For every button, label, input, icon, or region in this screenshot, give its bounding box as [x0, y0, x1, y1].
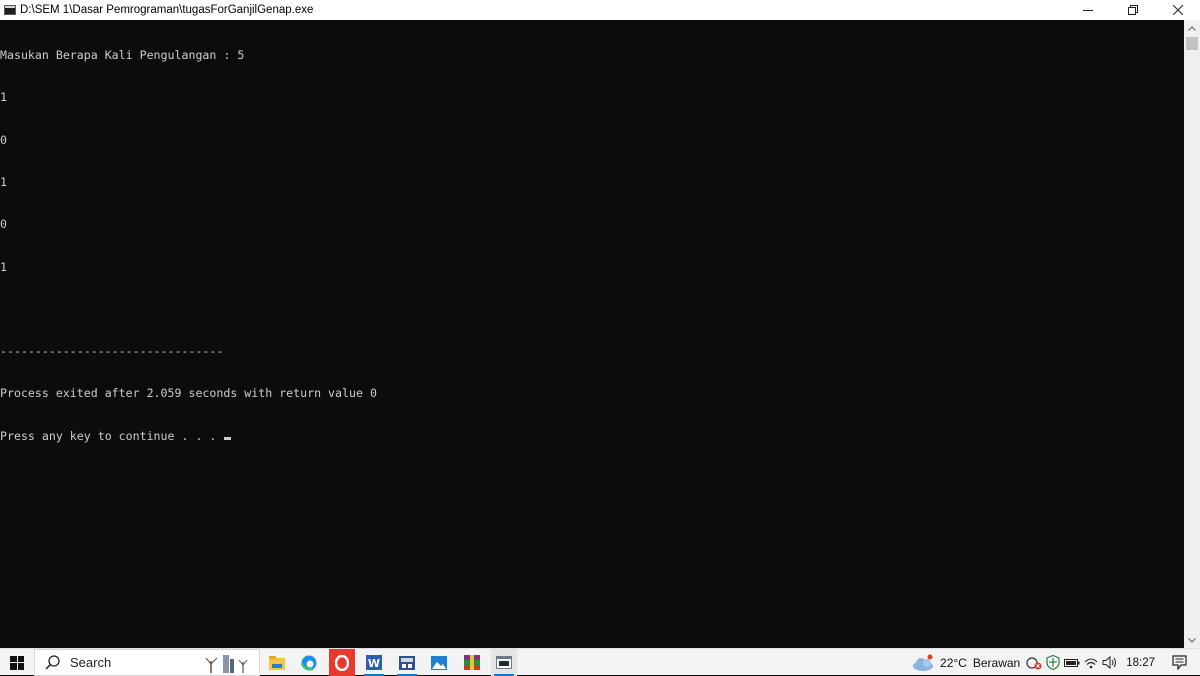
vertical-scrollbar[interactable] — [1184, 20, 1200, 648]
tray-network-error[interactable] — [1026, 656, 1042, 670]
search-highlight-art-icon[interactable] — [203, 653, 253, 674]
search-icon — [45, 655, 60, 670]
scroll-down-button[interactable] — [1184, 632, 1200, 648]
windows-logo-icon — [10, 655, 24, 670]
text-cursor — [224, 436, 232, 440]
tray-battery[interactable] — [1064, 658, 1080, 668]
chevron-down-icon — [1188, 637, 1196, 643]
svg-text:W: W — [368, 657, 380, 670]
window-title: D:\SEM 1\Dasar Pemrograman\tugasForGanji… — [20, 4, 314, 16]
scroll-up-button[interactable] — [1184, 20, 1200, 36]
console-app-icon[interactable] — [4, 5, 16, 15]
photos-icon — [431, 655, 447, 670]
console-window-icon — [496, 656, 512, 669]
search-placeholder: Search — [70, 655, 112, 670]
battery-icon — [1064, 658, 1080, 667]
console-line-exit-status: Process exited after 2.059 seconds with … — [0, 386, 377, 401]
start-button[interactable] — [0, 649, 34, 676]
network-error-icon — [1026, 656, 1042, 669]
system-tray: 22°C Berawan 18:27 — [911, 649, 1200, 676]
chevron-up-icon — [1188, 25, 1196, 31]
console-line-output: 1 — [0, 175, 7, 190]
console-output[interactable]: Masukan Berapa Kali Pengulangan : 5 1 0 … — [0, 20, 1184, 648]
restore-icon — [1127, 5, 1138, 15]
taskbar-dev-cpp[interactable] — [394, 649, 420, 676]
word-icon: W — [366, 655, 382, 670]
restore-button[interactable] — [1110, 0, 1155, 20]
weather-condition[interactable]: Berawan — [973, 656, 1020, 670]
action-center-button[interactable] — [1172, 655, 1187, 670]
taskbar: Search W 22°C Berawan 18:27 — [0, 648, 1200, 676]
winrar-icon — [464, 655, 480, 670]
notification-icon — [1172, 655, 1187, 670]
dev-cpp-icon — [399, 655, 415, 670]
taskbar-file-explorer[interactable] — [264, 649, 290, 676]
console-separator: -------------------------------- — [0, 344, 224, 359]
tray-volume[interactable] — [1102, 656, 1118, 669]
folder-icon — [269, 655, 285, 670]
title-bar[interactable]: D:\SEM 1\Dasar Pemrograman\tugasForGanji… — [0, 0, 1200, 20]
tray-wifi[interactable] — [1084, 657, 1098, 669]
shield-icon — [1046, 655, 1060, 670]
taskbar-console-window[interactable] — [491, 649, 517, 676]
weather-widget[interactable] — [911, 654, 935, 672]
window-controls — [1065, 0, 1200, 20]
cloud-icon — [913, 654, 934, 671]
scroll-thumb[interactable] — [1186, 37, 1198, 50]
taskbar-clock[interactable]: 18:27 — [1126, 657, 1155, 669]
close-button[interactable] — [1155, 0, 1200, 20]
console-line-prompt: Masukan Berapa Kali Pengulangan : 5 — [0, 48, 245, 63]
close-icon — [1172, 5, 1183, 15]
taskbar-opera[interactable] — [329, 649, 355, 676]
taskbar-photos[interactable] — [426, 649, 452, 676]
weather-temperature[interactable]: 22°C — [940, 656, 967, 670]
taskbar-search-box[interactable]: Search — [34, 649, 260, 676]
edge-browser-icon — [301, 655, 317, 670]
console-line-continue: Press any key to continue . . . — [0, 429, 1184, 443]
console-line-output: 0 — [0, 132, 7, 147]
console-line-output: 1 — [0, 259, 7, 274]
taskbar-edge[interactable] — [296, 649, 322, 676]
wifi-icon — [1084, 657, 1098, 668]
taskbar-word[interactable]: W — [361, 649, 387, 676]
console-line-output: 0 — [0, 217, 7, 232]
opera-browser-icon — [335, 654, 349, 671]
console-line-output: 1 — [0, 90, 7, 105]
tray-security[interactable] — [1046, 655, 1060, 670]
minimize-icon — [1082, 10, 1093, 11]
speaker-icon — [1102, 656, 1117, 669]
minimize-button[interactable] — [1065, 0, 1110, 20]
continue-text: Press any key to continue . . . — [0, 428, 224, 443]
taskbar-winrar[interactable] — [459, 649, 485, 676]
